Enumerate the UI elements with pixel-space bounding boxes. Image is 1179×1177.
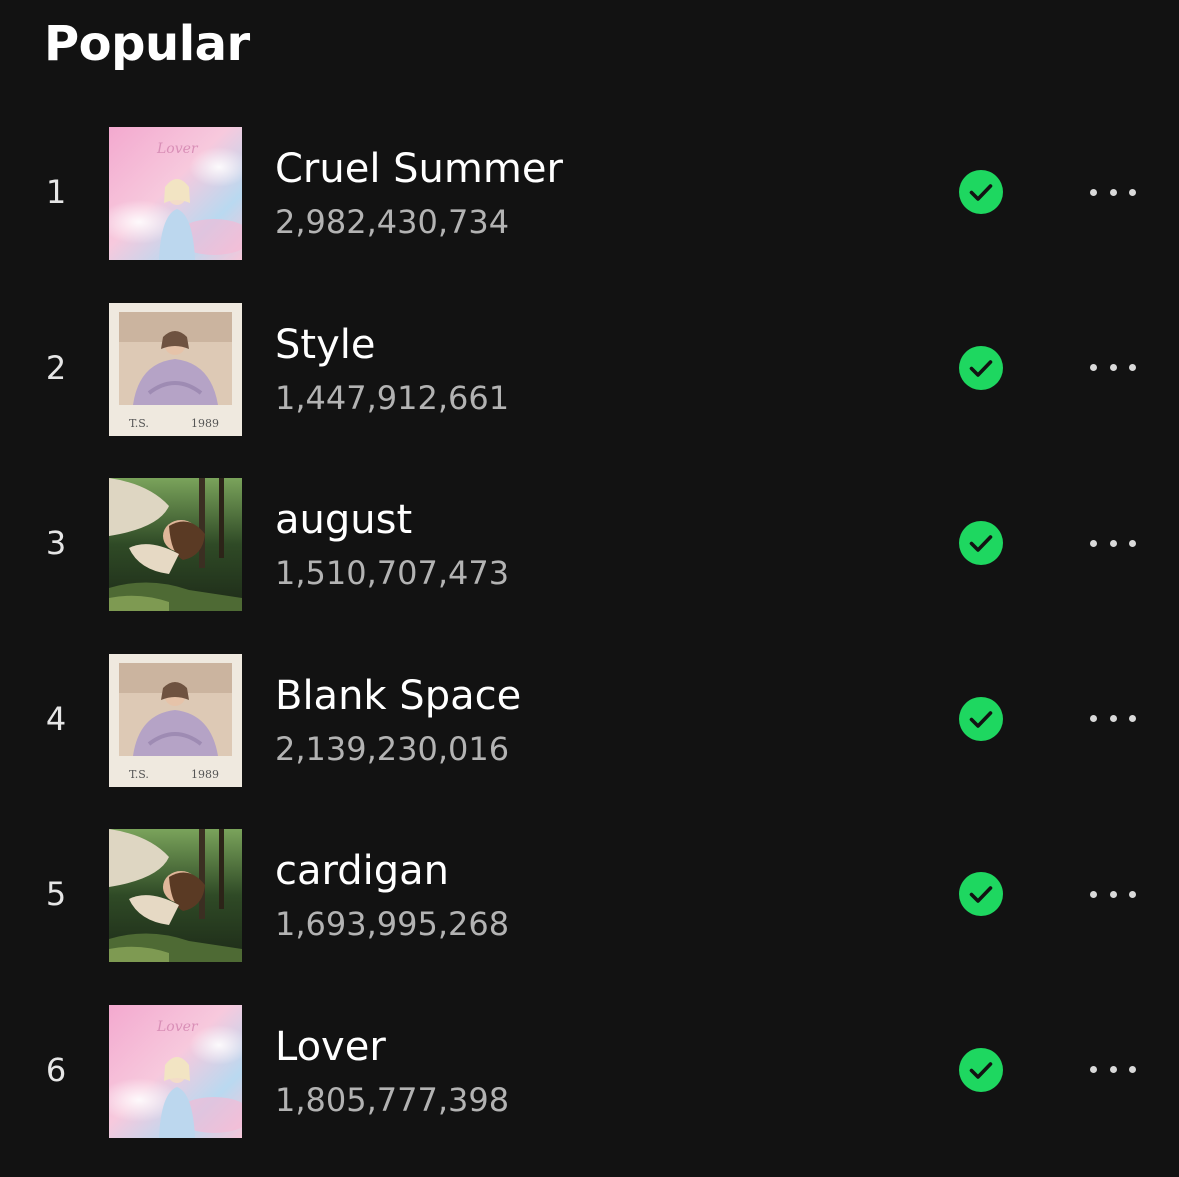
- track-title[interactable]: Blank Space: [275, 671, 521, 721]
- album-art: Lover: [109, 1005, 242, 1138]
- more-options-icon[interactable]: [1086, 523, 1140, 563]
- track-row[interactable]: 3 august 1,510,707,473: [0, 475, 1179, 651]
- track-rank: 4: [40, 699, 72, 739]
- album-art: [109, 829, 242, 962]
- track-rank: 3: [40, 523, 72, 563]
- svg-text:1989: 1989: [191, 768, 219, 781]
- check-circle-icon[interactable]: [958, 520, 1004, 566]
- more-options-icon[interactable]: [1086, 874, 1140, 914]
- more-dot: [1090, 364, 1097, 371]
- svg-text:T.S.: T.S.: [129, 417, 149, 430]
- more-dot: [1090, 540, 1097, 547]
- more-dot: [1110, 1066, 1117, 1073]
- album-art: T.S. 1989: [109, 654, 242, 787]
- more-options-icon[interactable]: [1086, 348, 1140, 388]
- track-play-count: 1,693,995,268: [275, 903, 509, 945]
- track-row[interactable]: 2 T.S. 1989 Style 1,447,912,661: [0, 300, 1179, 476]
- track-rank: 6: [40, 1050, 72, 1090]
- track-rank: 1: [40, 172, 72, 212]
- more-dot: [1129, 364, 1136, 371]
- more-dot: [1129, 189, 1136, 196]
- track-title[interactable]: Lover: [275, 1022, 386, 1072]
- track-row[interactable]: 5 cardigan 1,693,995,268: [0, 826, 1179, 1002]
- svg-text:Lover: Lover: [156, 1019, 199, 1035]
- more-dot: [1090, 189, 1097, 196]
- album-art-folklore: [109, 829, 242, 962]
- more-dot: [1129, 540, 1136, 547]
- more-dot: [1110, 891, 1117, 898]
- more-options-icon[interactable]: [1086, 1050, 1140, 1090]
- more-dot: [1129, 1066, 1136, 1073]
- more-options-icon[interactable]: [1086, 172, 1140, 212]
- svg-text:1989: 1989: [191, 417, 219, 430]
- album-art: Lover: [109, 127, 242, 260]
- track-title[interactable]: Cruel Summer: [275, 144, 563, 194]
- check-circle-icon[interactable]: [958, 696, 1004, 742]
- album-art-lover: Lover: [109, 1005, 242, 1138]
- album-art-lover: Lover: [109, 127, 242, 260]
- track-row[interactable]: 4 T.S. 1989 Blank Space 2,139,230,016: [0, 651, 1179, 827]
- check-circle-icon[interactable]: [958, 345, 1004, 391]
- svg-text:T.S.: T.S.: [129, 768, 149, 781]
- check-circle-icon[interactable]: [958, 1047, 1004, 1093]
- svg-text:Lover: Lover: [156, 141, 199, 157]
- track-play-count: 2,982,430,734: [275, 201, 509, 243]
- check-circle-icon[interactable]: [958, 169, 1004, 215]
- more-dot: [1110, 715, 1117, 722]
- check-circle-icon[interactable]: [958, 871, 1004, 917]
- track-rank: 2: [40, 348, 72, 388]
- more-dot: [1090, 891, 1097, 898]
- more-options-icon[interactable]: [1086, 699, 1140, 739]
- track-play-count: 1,805,777,398: [275, 1079, 509, 1121]
- track-title[interactable]: cardigan: [275, 846, 449, 896]
- more-dot: [1129, 891, 1136, 898]
- album-art-1989: T.S. 1989: [109, 303, 242, 436]
- track-rank: 5: [40, 874, 72, 914]
- album-art-1989: T.S. 1989: [109, 654, 242, 787]
- more-dot: [1090, 1066, 1097, 1073]
- track-title[interactable]: Style: [275, 320, 375, 370]
- track-play-count: 1,510,707,473: [275, 552, 509, 594]
- track-list: 1 Lover Cruel Summer 2,982,430,734 2: [0, 124, 1179, 1177]
- track-title[interactable]: august: [275, 495, 412, 545]
- track-row[interactable]: 1 Lover Cruel Summer 2,982,430,734: [0, 124, 1179, 300]
- more-dot: [1110, 364, 1117, 371]
- more-dot: [1110, 540, 1117, 547]
- album-art: [109, 478, 242, 611]
- more-dot: [1129, 715, 1136, 722]
- track-play-count: 1,447,912,661: [275, 377, 509, 419]
- album-art-folklore: [109, 478, 242, 611]
- more-dot: [1110, 189, 1117, 196]
- album-art: T.S. 1989: [109, 303, 242, 436]
- section-title: Popular: [44, 14, 250, 74]
- track-play-count: 2,139,230,016: [275, 728, 509, 770]
- more-dot: [1090, 715, 1097, 722]
- track-row[interactable]: 6 Lover Lover 1,805,777,398: [0, 1002, 1179, 1177]
